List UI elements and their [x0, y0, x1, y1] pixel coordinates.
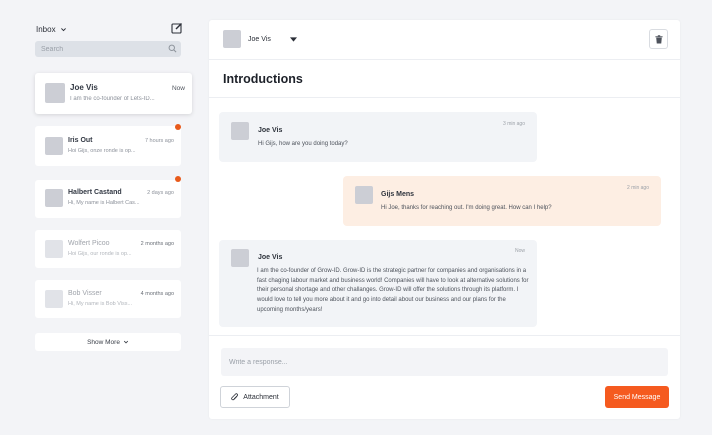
message-bubble: Joe Vis Now I am the co-founder of Grow-…: [219, 240, 537, 327]
delete-button[interactable]: [649, 29, 668, 49]
avatar: [231, 122, 249, 140]
conversation-time: Now: [171, 85, 185, 92]
conversation-name: Wolfert Picoo: [68, 240, 110, 247]
inbox-dropdown[interactable]: Inbox: [36, 25, 67, 34]
caret-down-icon: [290, 36, 297, 42]
message-text: Hi Gijs, how are you doing today?: [258, 141, 348, 147]
inbox-label: Inbox: [36, 25, 56, 34]
conversation-title: Introductions: [223, 72, 303, 86]
chevron-down-icon: [60, 28, 66, 32]
reply-box: [221, 348, 668, 376]
divider: [209, 97, 680, 98]
avatar: [45, 240, 63, 258]
contact-name: Joe Vis: [248, 35, 271, 43]
conversation-time: 2 days ago: [147, 190, 174, 196]
unread-indicator: [175, 176, 181, 182]
message-bubble: Gijs Mens 2 min ago Hi Joe, thanks for r…: [343, 176, 661, 226]
divider: [209, 335, 680, 336]
conversation-preview: Hoi Gijs, our ronde is op...: [68, 251, 132, 257]
message-sender: Gijs Mens: [381, 191, 415, 198]
conversation-preview: Hi, My name is Bob Viss...: [68, 301, 133, 307]
conversation-name: Bob Visser: [68, 290, 102, 297]
avatar: [223, 30, 241, 48]
conversation-time: 7 hours ago: [144, 138, 174, 144]
avatar: [231, 249, 249, 267]
paperclip-icon: [231, 392, 239, 400]
message-time: Now: [514, 248, 525, 254]
trash-icon: [654, 34, 663, 43]
show-more-button[interactable]: Show More: [35, 333, 181, 351]
conversation-name: Joe Vis: [70, 83, 98, 92]
divider: [209, 59, 680, 60]
conversation-item[interactable]: Bob Visser 4 months ago Hi, My name is B…: [35, 280, 181, 318]
conversation-preview: I am the co-founder of Lets-ID...: [70, 96, 155, 102]
compose-icon[interactable]: [171, 22, 183, 34]
search-icon[interactable]: [168, 44, 177, 53]
conversation-preview: Hoi Gijs, onze ronde is op...: [68, 148, 136, 154]
message-time: 3 min ago: [503, 121, 525, 127]
search-box: [35, 41, 181, 57]
conversation-preview: Hi, My name is Halbert Cas...: [68, 200, 140, 206]
unread-indicator: [175, 124, 181, 130]
avatar: [45, 290, 63, 308]
message-text: Hi Joe, thanks for reaching out. I'm doi…: [381, 205, 552, 211]
conversation-time: 4 months ago: [140, 291, 174, 297]
avatar: [45, 83, 65, 103]
conversation-item[interactable]: Joe Vis Now I am the co-founder of Lets-…: [35, 73, 192, 114]
conversation-item[interactable]: Halbert Castand 2 days ago Hi, My name i…: [35, 180, 181, 218]
message-text: I am the co-founder of Grow-ID. Grow-ID …: [257, 268, 529, 313]
conversation-name: Iris Out: [68, 137, 93, 144]
send-message-button[interactable]: Send Message: [605, 386, 669, 408]
chevron-down-icon: [123, 340, 129, 344]
conversation-item[interactable]: Iris Out 7 hours ago Hoi Gijs, onze rond…: [35, 126, 181, 166]
attachment-label: Attachment: [243, 393, 279, 401]
conversation-name: Halbert Castand: [68, 189, 122, 196]
message-bubble: Joe Vis 3 min ago Hi Gijs, how are you d…: [219, 112, 537, 162]
conversation-time: 2 months ago: [140, 241, 174, 247]
search-input[interactable]: [41, 45, 161, 53]
message-time: 2 min ago: [627, 185, 649, 191]
contact-dropdown[interactable]: Joe Vis: [223, 30, 297, 48]
message-sender: Joe Vis: [258, 254, 283, 261]
attachment-button[interactable]: Attachment: [220, 386, 290, 408]
avatar: [45, 137, 63, 155]
reply-input[interactable]: [229, 358, 660, 366]
avatar: [355, 186, 373, 204]
message-sender: Joe Vis: [258, 127, 283, 134]
send-label: Send Message: [613, 393, 661, 401]
conversation-item[interactable]: Wolfert Picoo 2 months ago Hoi Gijs, our…: [35, 230, 181, 268]
show-more-label: Show More: [87, 338, 120, 346]
avatar: [45, 189, 63, 207]
